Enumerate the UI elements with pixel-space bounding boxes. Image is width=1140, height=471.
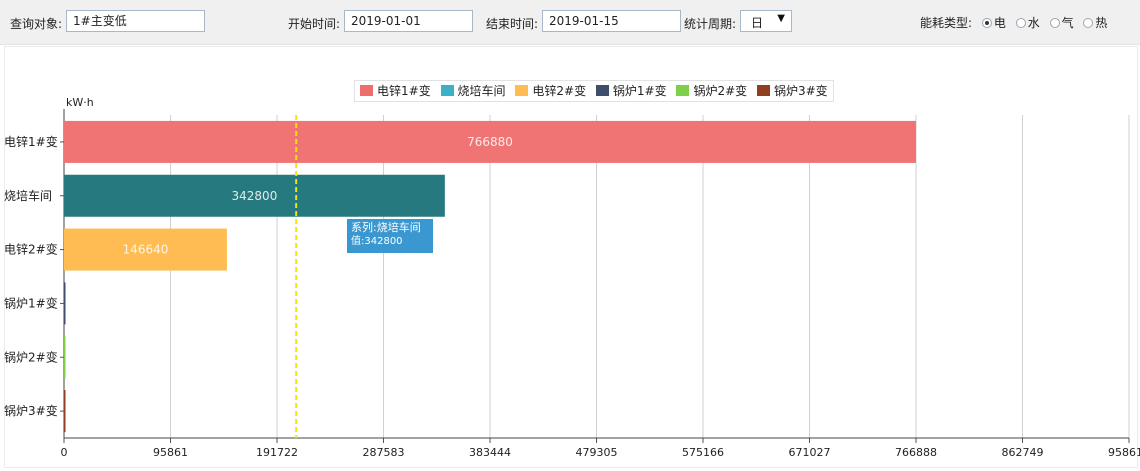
bar-value-label: 342800 — [232, 189, 278, 203]
tooltip-series: 系列:烧培车间 — [351, 221, 421, 234]
x-tick-label: 575166 — [682, 446, 724, 459]
legend-label: 烧培车间 — [457, 84, 506, 98]
bar-value-label: 146640 — [123, 243, 169, 257]
y-category-label: 烧培车间 — [4, 188, 52, 203]
x-tick-label: 671027 — [789, 446, 831, 459]
chart-legend: 电锌1#变 烧培车间 电锌2#变 锅炉1#变 锅炉2#变 锅炉3#变 — [354, 80, 834, 102]
bar — [64, 282, 66, 325]
legend-item[interactable]: 锅炉2#变 — [676, 81, 747, 101]
bar — [64, 390, 66, 433]
legend-swatch — [676, 85, 690, 96]
legend-label: 锅炉3#变 — [773, 84, 828, 98]
bar-value-label: 766880 — [467, 135, 513, 149]
legend-swatch — [515, 85, 529, 96]
legend-item[interactable]: 电锌1#变 — [360, 81, 431, 101]
legend-swatch — [595, 85, 609, 96]
legend-label: 电锌2#变 — [532, 84, 587, 98]
legend-item[interactable]: 锅炉1#变 — [595, 81, 667, 101]
tooltip-value: 值:342800 — [351, 236, 403, 247]
legend-swatch — [756, 85, 770, 96]
legend-item[interactable]: 烧培车间 — [440, 81, 506, 101]
bar — [64, 336, 66, 379]
y-category-label: 电锌1#变 — [4, 134, 58, 149]
legend-swatch — [360, 85, 373, 96]
y-unit-label: kW·h — [66, 96, 94, 109]
legend-label: 电锌1#变 — [377, 84, 431, 98]
x-tick-label: 766888 — [895, 446, 937, 459]
y-category-label: 电锌2#变 — [4, 242, 58, 257]
x-tick-label: 862749 — [1002, 446, 1044, 459]
y-category-label: 锅炉2#变 — [4, 349, 58, 364]
x-tick-label: 287583 — [363, 446, 405, 459]
legend-label: 锅炉2#变 — [693, 84, 748, 98]
x-tick-label: 479305 — [576, 446, 618, 459]
x-tick-label: 383444 — [469, 446, 511, 459]
x-tick-label: 958610 — [1108, 446, 1140, 459]
bar-chart: 0 95861 191722 287583 383444 479305 575166 6710… — [4, 109, 1140, 459]
x-tick-label: 0 — [61, 446, 68, 459]
legend-item[interactable]: 锅炉3#变 — [756, 81, 828, 101]
legend-swatch — [440, 85, 454, 96]
y-category-label: 锅炉1#变 — [4, 295, 58, 310]
x-tick-label: 95861 — [153, 446, 188, 459]
chart-tooltip: 系列:烧培车间 值:342800 — [347, 219, 433, 253]
legend-item[interactable]: 电锌2#变 — [515, 81, 586, 101]
legend-label: 锅炉1#变 — [612, 84, 667, 98]
x-tick-label: 191722 — [256, 446, 298, 459]
y-category-label: 锅炉3#变 — [4, 403, 58, 418]
